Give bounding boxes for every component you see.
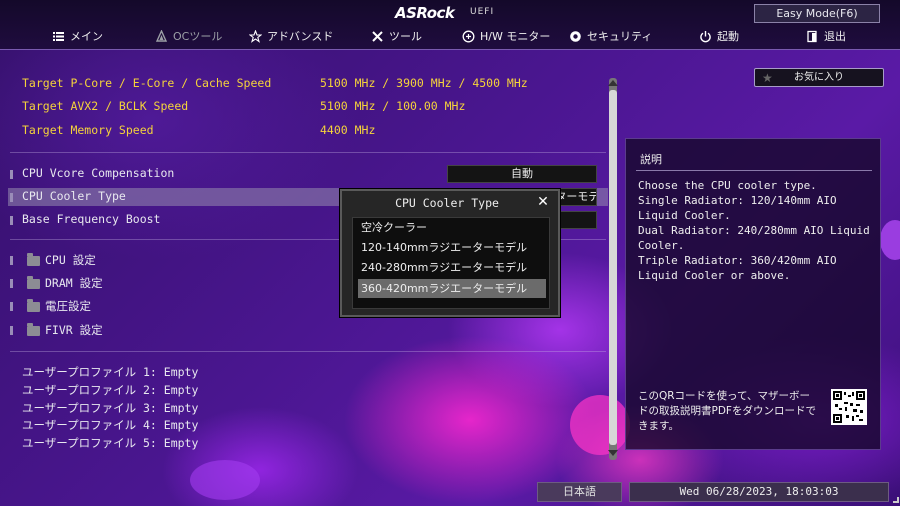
row-marker — [10, 302, 13, 311]
option-360-420mm[interactable]: 360-420mmラジエーターモデル — [358, 279, 546, 298]
option-list: 空冷クーラー 120-140mmラジエーターモデル 240-280mmラジエータ… — [352, 217, 550, 309]
folder-icon — [27, 276, 40, 289]
scroll-down-icon[interactable] — [608, 450, 618, 456]
power-icon — [699, 30, 712, 43]
description-panel: 説明 Choose the CPU cooler type. Single Ra… — [625, 138, 881, 450]
row-marker — [10, 193, 13, 202]
cpu-vcore-compensation-label[interactable]: CPU Vcore Compensation — [22, 166, 174, 180]
exit-icon — [806, 30, 819, 43]
date-time: Wed 06/28/2023, 18:03:03 — [629, 482, 889, 502]
target-avx2-speed-label: Target AVX2 / BCLK Speed — [22, 99, 189, 113]
cpu-cooler-type-label[interactable]: CPU Cooler Type — [22, 189, 126, 203]
easy-mode-button[interactable]: Easy Mode(F6) — [754, 4, 880, 23]
user-profile-2[interactable]: ユーザープロファイル 2: Empty — [22, 382, 198, 398]
description-title: 説明 — [640, 153, 662, 166]
option-air-cooler[interactable]: 空冷クーラー — [358, 218, 546, 237]
tab-exit-label: 退出 — [824, 30, 846, 43]
row-marker — [10, 216, 13, 225]
row-marker — [10, 326, 13, 335]
user-profile-3[interactable]: ユーザープロファイル 3: Empty — [22, 400, 198, 416]
dialog-title: CPU Cooler Type — [395, 196, 499, 210]
row-marker — [10, 256, 13, 265]
row-marker — [10, 279, 13, 288]
star-icon: ★ — [762, 71, 773, 85]
tab-boot[interactable]: 起動 — [699, 25, 739, 47]
folder-icon — [27, 253, 40, 266]
cpu-cooler-type-dialog: CPU Cooler Type ✕ 空冷クーラー 120-140mmラジエーター… — [340, 189, 560, 317]
qr-description: このQRコードを使って、マザーボードの取扱説明書PDFをダウンロードできます。 — [638, 390, 816, 432]
tab-exit[interactable]: 退出 — [806, 25, 846, 47]
folder-icon — [27, 299, 40, 312]
divider — [636, 170, 872, 171]
target-memory-speed-label: Target Memory Speed — [22, 123, 154, 137]
close-icon[interactable]: ✕ — [535, 195, 551, 211]
language-button[interactable]: 日本語 — [537, 482, 622, 502]
favorites-label: お気に入り — [794, 72, 844, 83]
divider — [10, 351, 606, 352]
folder-cpu-config[interactable]: CPU 設定 — [45, 252, 96, 268]
user-profile-5[interactable]: ユーザープロファイル 5: Empty — [22, 435, 198, 451]
option-240-280mm[interactable]: 240-280mmラジエーターモデル — [358, 258, 546, 277]
folder-fivr-config[interactable]: FIVR 設定 — [45, 322, 103, 338]
scrollbar-thumb[interactable] — [609, 90, 617, 445]
scroll-up-icon[interactable] — [608, 80, 618, 86]
base-frequency-boost-label[interactable]: Base Frequency Boost — [22, 212, 160, 226]
target-memory-speed-value: 4400 MHz — [320, 123, 376, 137]
target-core-speed-label: Target P-Core / E-Core / Cache Speed — [22, 76, 272, 90]
favorites-button[interactable]: ★ お気に入り — [754, 68, 884, 87]
cpu-vcore-compensation-value[interactable]: 自動 — [447, 165, 597, 183]
description-text: Choose the CPU cooler type. Single Radia… — [638, 179, 870, 282]
tab-boot-label: 起動 — [717, 30, 739, 43]
folder-icon — [27, 323, 40, 336]
user-profile-4[interactable]: ユーザープロファイル 4: Empty — [22, 417, 198, 433]
folder-voltage-config[interactable]: 電圧設定 — [45, 298, 91, 314]
target-core-speed-value: 5100 MHz / 3900 MHz / 4500 MHz — [320, 76, 528, 90]
user-profile-1[interactable]: ユーザープロファイル 1: Empty — [22, 364, 198, 380]
folder-dram-config[interactable]: DRAM 設定 — [45, 275, 103, 291]
qr-code-icon — [831, 389, 867, 425]
row-marker — [10, 170, 13, 179]
target-avx2-speed-value: 5100 MHz / 100.00 MHz — [320, 99, 466, 113]
divider — [10, 152, 606, 153]
option-120-140mm[interactable]: 120-140mmラジエーターモデル — [358, 238, 546, 257]
resize-icon — [893, 497, 899, 503]
